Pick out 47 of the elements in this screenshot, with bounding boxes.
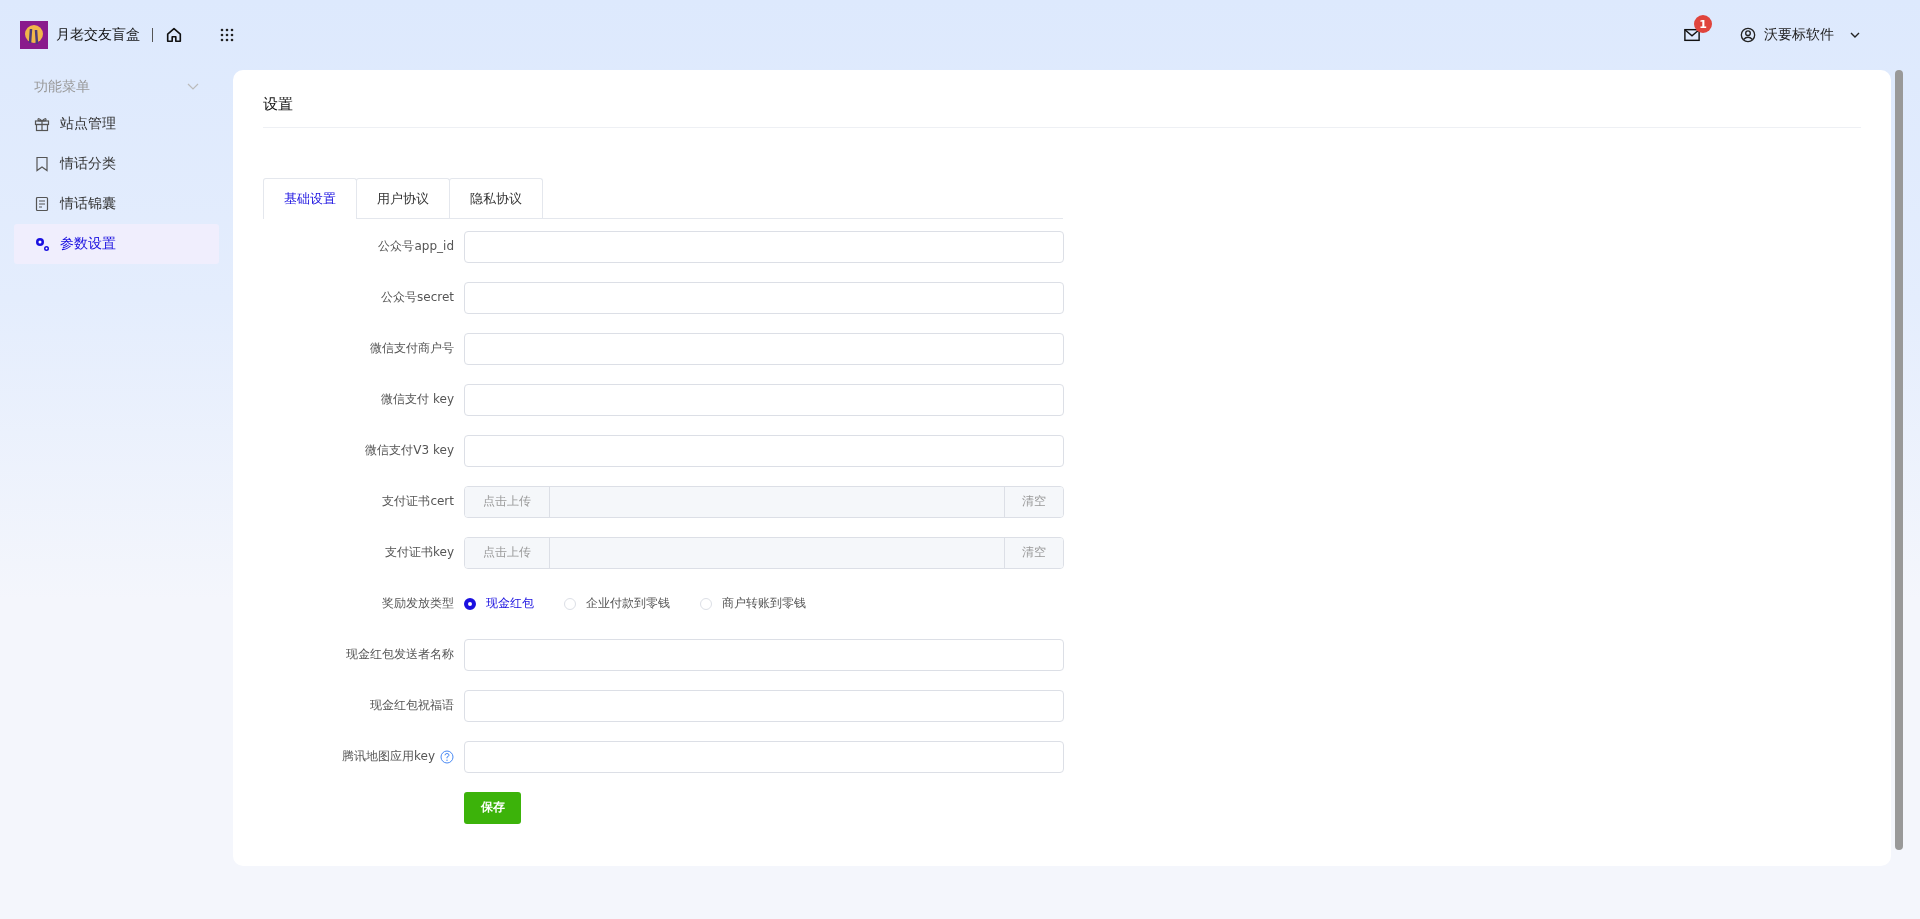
radio-button[interactable] [464, 597, 476, 610]
field-label: 微信支付商户号 [370, 340, 454, 357]
user-name: 沃要标软件 [1764, 26, 1834, 44]
user-menu[interactable]: 沃要标软件 [1740, 26, 1860, 44]
field-label: 现金红包发送者名称 [346, 646, 454, 663]
tab[interactable]: 隐私协议 [449, 178, 543, 218]
help-icon[interactable] [440, 749, 454, 764]
bookmark-icon [34, 156, 50, 172]
scrollbar[interactable] [1895, 70, 1903, 850]
document-icon [34, 196, 50, 212]
input-field[interactable] [464, 689, 1064, 722]
field-label: 现金红包祝福语 [370, 697, 454, 714]
home-icon[interactable] [165, 26, 183, 44]
field-label: 支付证书key [385, 544, 454, 561]
notification-badge: 1 [1694, 15, 1712, 33]
field-label: 支付证书cert [382, 493, 454, 510]
sidebar-item[interactable]: 情话分类 [14, 144, 219, 184]
radio-option[interactable]: 企业付款到零钱 [564, 595, 670, 612]
field-label: 微信支付 key [381, 391, 454, 408]
mail-icon[interactable] [1684, 27, 1700, 43]
radio-option[interactable]: 商户转账到零钱 [700, 595, 806, 612]
field-label: 微信支付V3 key [365, 442, 454, 459]
sidebar-item[interactable]: 站点管理 [14, 104, 219, 144]
caret-icon [1850, 32, 1860, 38]
app-logo [20, 21, 48, 49]
field-label: 公众号app_id [378, 238, 454, 255]
chevron-icon[interactable] [187, 83, 199, 91]
field-label: 公众号secret [381, 289, 454, 306]
tab[interactable]: 基础设置 [263, 178, 357, 219]
gift-icon [34, 116, 50, 132]
field-label: 奖励发放类型 [382, 595, 454, 612]
menu-group-title: 功能菜单 [34, 78, 90, 96]
sidebar-item[interactable]: 参数设置 [14, 224, 219, 264]
input-field[interactable] [464, 740, 1064, 773]
user-icon [1740, 27, 1756, 43]
radio-option[interactable]: 现金红包 [464, 595, 534, 612]
page-title: 设置 [263, 95, 294, 115]
input-field[interactable] [464, 434, 1064, 467]
input-field[interactable] [464, 230, 1064, 263]
input-field[interactable] [464, 332, 1064, 365]
app-name: 月老交友盲盒 [56, 26, 140, 44]
input-field[interactable] [464, 281, 1064, 314]
input-field[interactable] [464, 638, 1064, 671]
input-field[interactable] [464, 383, 1064, 416]
field-label: 腾讯地图应用key [342, 748, 435, 765]
apps-grid-icon[interactable] [219, 27, 235, 43]
sidebar-item[interactable]: 情话锦囊 [14, 184, 219, 224]
